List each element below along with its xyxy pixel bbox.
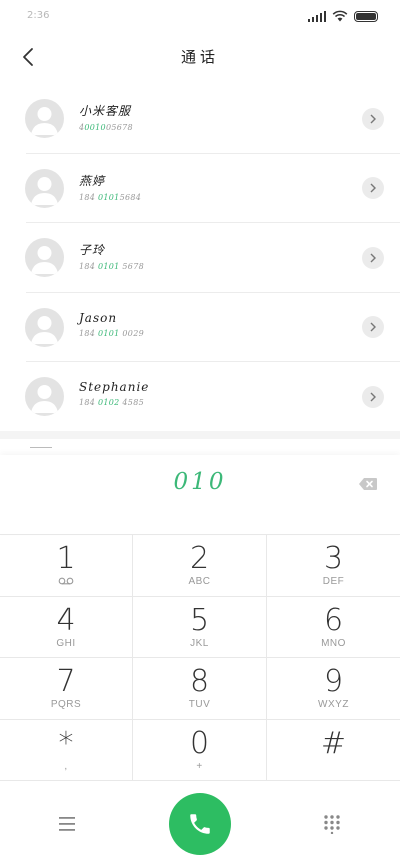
call-button[interactable]	[169, 793, 231, 855]
key-letters: PQRS	[50, 699, 82, 710]
dial-input[interactable]: 010	[0, 469, 400, 495]
phone-icon	[190, 814, 210, 834]
status-time: 2:36	[27, 10, 50, 21]
contact-detail-button[interactable]	[362, 177, 384, 200]
chevron-right-icon	[370, 392, 376, 402]
key-digit: 0	[189, 725, 210, 761]
key-2[interactable]: 2 ABC	[133, 535, 267, 597]
list-item	[0, 439, 400, 455]
avatar	[25, 238, 64, 278]
avatar	[25, 168, 64, 208]
key-digit: #	[320, 725, 347, 761]
contact-list: 小米客服 4001005678 燕婷 184 01015684 子玲 184 0…	[0, 84, 400, 432]
contact-name: Jason	[79, 310, 118, 325]
contact-number: 184 0101 0029	[79, 328, 144, 338]
person-icon	[31, 315, 58, 344]
person-icon	[31, 176, 58, 205]
bottom-bar	[0, 780, 400, 866]
contact-item[interactable]: 子玲 184 0101 5678	[0, 223, 400, 293]
key-letters: MNO	[321, 637, 346, 649]
dial-panel: 010	[0, 455, 400, 534]
key-letters: WXYZ	[318, 699, 349, 710]
contact-detail-button[interactable]	[362, 385, 384, 408]
avatar	[25, 307, 64, 347]
key-8[interactable]: 8 TUV	[133, 658, 267, 720]
key-digit: 8	[189, 664, 210, 699]
key-9[interactable]: 9 WXYZ	[267, 658, 400, 720]
key-1[interactable]: 1	[0, 535, 133, 597]
chevron-right-icon	[370, 183, 376, 193]
key-digit: *	[58, 725, 74, 761]
person-icon	[31, 385, 58, 414]
list-divider	[0, 431, 400, 439]
key-digit: 5	[189, 602, 210, 638]
key-letters: DEF	[322, 576, 345, 587]
key-6[interactable]: 6 MNO	[267, 597, 400, 658]
wifi-icon	[332, 10, 348, 22]
person-icon	[31, 246, 58, 275]
contact-detail-button[interactable]	[362, 107, 384, 130]
keypad: 1 2 ABC 3 DEF 4 GHI 5 JKL 6 MNO 7 PQRS 8…	[0, 534, 400, 782]
menu-icon	[59, 817, 75, 831]
status-icons	[308, 10, 378, 22]
contact-item[interactable]: 小米客服 4001005678	[0, 84, 400, 154]
contact-number: 184 01015684	[79, 192, 142, 202]
key-digit: 6	[323, 602, 344, 638]
header: 通话	[0, 34, 400, 80]
contact-number: 184 0102 4585	[79, 398, 144, 407]
key-digit: 4	[56, 602, 76, 638]
contact-number: 184 0101 5678	[79, 262, 144, 271]
contact-name: 小米客服	[79, 104, 132, 118]
dialpad-icon	[324, 815, 340, 835]
key-digit: 1	[56, 541, 76, 576]
backspace-icon	[359, 478, 377, 490]
menu-button[interactable]	[56, 814, 78, 834]
key-letters: ABC	[188, 576, 211, 587]
voicemail-icon	[58, 577, 74, 585]
key-3[interactable]: 3 DEF	[267, 535, 400, 597]
key-5[interactable]: 5 JKL	[133, 596, 267, 658]
contact-name: 子玲	[79, 243, 106, 257]
key-star[interactable]: * ,	[0, 719, 133, 781]
chevron-right-icon	[370, 322, 376, 332]
key-letters: +	[196, 760, 203, 772]
chevron-right-icon	[370, 253, 376, 263]
contact-name: 燕婷	[79, 173, 106, 188]
contact-item[interactable]: Jason 184 0101 0029	[0, 293, 400, 363]
contact-number: 4001005678	[79, 123, 133, 132]
dialpad-toggle-button[interactable]	[322, 814, 342, 835]
key-letters: TUV	[188, 699, 211, 710]
key-digit: 9	[323, 664, 344, 699]
chevron-right-icon	[370, 114, 376, 124]
key-digit: 2	[189, 541, 210, 576]
key-hash[interactable]: #	[267, 720, 400, 782]
key-digit: 7	[56, 664, 76, 699]
contact-name: Stephanie	[79, 380, 150, 394]
battery-icon	[354, 10, 378, 22]
contact-detail-button[interactable]	[362, 246, 384, 269]
contact-item[interactable]: 燕婷 184 01015684	[0, 154, 400, 224]
avatar	[25, 377, 64, 417]
status-bar: 2:36	[0, 0, 400, 34]
key-7[interactable]: 7 PQRS	[0, 658, 133, 720]
key-letters: ,	[64, 760, 68, 772]
signal-icon	[308, 10, 326, 22]
key-letters: GHI	[56, 637, 76, 649]
person-icon	[31, 107, 58, 136]
contact-detail-button[interactable]	[362, 316, 384, 339]
avatar	[25, 99, 64, 139]
key-0[interactable]: 0 +	[133, 719, 267, 781]
key-4[interactable]: 4 GHI	[0, 596, 133, 658]
contact-item[interactable]: Stephanie 184 0102 4585	[0, 362, 400, 432]
key-digit: 3	[323, 541, 344, 576]
key-letters: JKL	[190, 637, 209, 649]
page-title: 通话	[180, 48, 219, 66]
delete-button[interactable]	[358, 476, 378, 490]
